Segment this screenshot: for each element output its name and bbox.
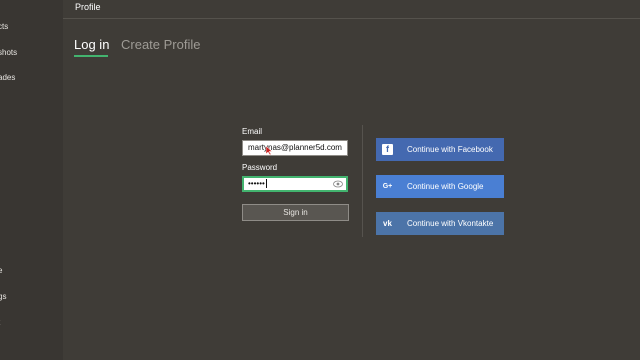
sidebar-item-settings[interactable]: gs: [0, 292, 6, 301]
header-bar: Profile: [63, 0, 640, 19]
continue-with-facebook-button[interactable]: f Continue with Facebook: [376, 138, 504, 161]
sidebar-item-snapshots[interactable]: shots: [0, 48, 17, 57]
password-mask: ••••••: [248, 179, 265, 188]
section-divider: [362, 125, 363, 237]
email-field[interactable]: martynas@planner5d.com: [242, 140, 348, 156]
text-caret: [265, 179, 267, 189]
tab-log-in[interactable]: Log in: [74, 37, 109, 52]
facebook-button-label: Continue with Facebook: [407, 145, 493, 154]
mouse-cursor-icon: [266, 146, 272, 155]
email-label: Email: [242, 127, 263, 136]
password-label: Password: [242, 163, 278, 172]
sidebar-item-profile[interactable]: e: [0, 266, 2, 275]
show-password-icon[interactable]: [333, 180, 343, 188]
sidebar: cts shots ades e gs t: [0, 0, 63, 360]
google-plus-icon: G+: [382, 183, 393, 190]
active-tab-indicator: [74, 55, 108, 57]
tab-create-profile[interactable]: Create Profile: [121, 37, 200, 52]
vkontakte-button-label: Continue with Vkontakte: [407, 219, 494, 228]
email-value: martynas@planner5d.com: [248, 143, 342, 152]
sidebar-item-upgrades[interactable]: ades: [0, 73, 15, 82]
vkontakte-icon: vk: [383, 219, 392, 228]
sidebar-item-projects[interactable]: cts: [0, 22, 8, 31]
sign-in-button[interactable]: Sign in: [242, 204, 349, 221]
facebook-icon: f: [382, 144, 393, 155]
continue-with-google-button[interactable]: G+ Continue with Google: [376, 175, 504, 198]
continue-with-vkontakte-button[interactable]: vk Continue with Vkontakte: [376, 212, 504, 235]
google-button-label: Continue with Google: [407, 182, 484, 191]
password-field[interactable]: ••••••: [242, 176, 348, 192]
page-title: Profile: [75, 2, 101, 12]
